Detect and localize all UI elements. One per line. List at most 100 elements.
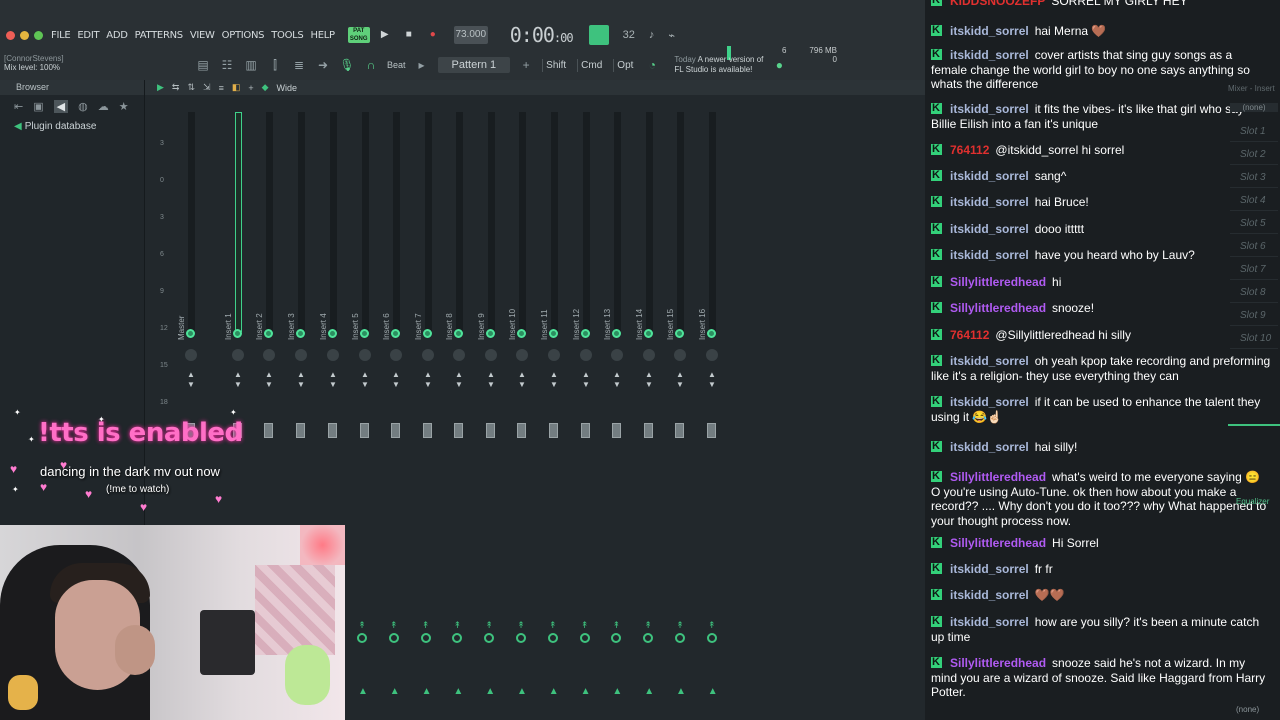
send-switch-icon[interactable] [486,329,495,338]
route-arrows-icon[interactable]: ▲ ▼ [391,370,401,390]
record-icon[interactable]: ● [424,26,442,44]
browser-title[interactable]: Browser [0,80,144,95]
chat-username[interactable]: itskidd_sorrel [950,615,1029,629]
minimize-window-icon[interactable] [20,30,29,40]
mixer-strip[interactable]: Insert 1 ▲ ▼ [224,110,252,440]
pan-knob[interactable] [674,349,686,361]
circle-knob-icon[interactable] [579,633,590,643]
volume-fader[interactable] [454,423,463,438]
playlist-icon[interactable]: ▤ [195,57,211,73]
route-arrows-icon[interactable]: ▲ ▼ [581,370,591,390]
circle-knob-icon[interactable] [388,633,399,643]
menu-tools[interactable]: TOOLS [271,30,304,41]
speaker-icon[interactable]: ◀ [53,99,69,113]
mixer-bottom-control[interactable]: ↟ [575,620,595,680]
globe-icon[interactable]: ◍ [78,100,88,113]
mixer-view-icon-4[interactable]: ≡ [219,83,224,93]
triangle-icon[interactable]: ▲ [581,686,591,697]
volume-fader[interactable] [549,423,558,438]
stop-icon[interactable]: ■ [400,26,418,44]
triangle-icon[interactable]: ▲ [422,686,432,697]
chat-username[interactable]: 764112 [950,143,989,157]
triangle-icon[interactable]: ▲ [517,686,527,697]
arrow-icon[interactable]: ➜ [315,57,331,73]
mixer-strip[interactable]: Insert 15 ▲ ▼ [666,110,694,440]
route-arrows-icon[interactable]: ▲ ▼ [454,370,464,390]
menu-add[interactable]: ADD [106,30,128,41]
pan-knob[interactable] [453,349,465,361]
insert-slot[interactable]: Slot 7 [1230,260,1278,280]
mixer-strip[interactable]: Insert 8 ▲ ▼ [445,110,473,440]
mixer-menu-icon[interactable]: ▶ [157,82,164,93]
metronome-icon[interactable]: ♪ [649,29,655,41]
chat-username[interactable]: itskidd_sorrel [950,24,1029,38]
plugin-picker-icon[interactable]: ≣ [291,57,307,73]
pan-knob[interactable] [422,349,434,361]
route-arrows-icon[interactable]: ▲ ▼ [707,370,717,390]
step-mode-icon[interactable] [588,25,609,45]
pan-knob[interactable] [611,349,623,361]
send-switch-icon[interactable] [423,329,432,338]
close-window-icon[interactable] [6,30,15,40]
mixer-wide-label[interactable]: Wide [277,83,298,93]
mixer-bottom-control[interactable]: ↟ [416,620,436,680]
mixer-view-icon-5[interactable]: ◧ [232,82,241,93]
volume-fader[interactable] [612,423,621,438]
triangle-icon[interactable]: ▲ [358,686,368,697]
route-arrows-icon[interactable]: ▲ ▼ [264,370,274,390]
chat-username[interactable]: itskidd_sorrel [950,562,1029,576]
circle-knob-icon[interactable] [611,633,622,643]
volume-fader[interactable] [360,423,369,438]
chat-username[interactable]: itskidd_sorrel [950,102,1029,116]
menu-file[interactable]: FILE [51,30,71,41]
volume-fader[interactable] [296,423,305,438]
chat-username[interactable]: itskidd_sorrel [950,48,1029,62]
mixer-strip[interactable]: Insert 4 ▲ ▼ [319,110,347,440]
volume-fader[interactable] [391,423,400,438]
tempo-display[interactable]: 73.000 [453,26,488,44]
insert-slot[interactable]: Slot 9 [1230,306,1278,326]
volume-fader[interactable] [644,423,653,438]
wait-input-icon[interactable]: ⌁ [668,29,675,42]
triangle-icon[interactable]: ▲ [612,686,622,697]
chat-username[interactable]: 764112 [950,328,989,342]
triangle-icon[interactable]: ▲ [390,686,400,697]
mixer-bottom-control[interactable]: ↟ [352,620,372,680]
send-switch-icon[interactable] [581,329,590,338]
mixer-strip[interactable]: Insert 6 ▲ ▼ [382,110,410,440]
insert-slot[interactable]: Slot 2 [1230,145,1278,165]
mixer-strip[interactable]: Insert 10 ▲ ▼ [508,110,536,440]
volume-fader[interactable] [517,423,526,438]
play-icon[interactable]: ▶ [376,26,394,44]
insert-slot[interactable]: Slot 3 [1230,168,1278,188]
mixer-arrow-icon[interactable]: ◆ [262,82,269,93]
triangle-icon[interactable]: ▲ [453,686,463,697]
menu-help[interactable]: HELP [310,30,335,41]
online-icon[interactable]: ● [771,57,787,73]
pan-knob[interactable] [706,349,718,361]
folder-icon[interactable]: ▣ [33,100,43,113]
pan-knob[interactable] [485,349,497,361]
output-slot[interactable]: (none) [1236,705,1259,714]
route-arrows-icon[interactable]: ▲ ▼ [486,370,496,390]
send-switch-icon[interactable] [360,329,369,338]
channel-rack-icon[interactable]: ☷ [219,57,235,73]
menu-view[interactable]: VIEW [190,30,215,41]
send-switch-icon[interactable] [328,329,337,338]
chat-username[interactable]: itskidd_sorrel [950,588,1029,602]
send-switch-icon[interactable] [707,329,716,338]
mixer-strip[interactable]: Master ▲ ▼ [177,110,205,440]
mixer-strip[interactable]: Insert 12 ▲ ▼ [572,110,600,440]
add-pattern-icon[interactable]: + [518,57,534,73]
news-panel[interactable]: Today A newer version of FL Studio is av… [674,55,763,75]
mixer-strip[interactable]: Insert 9 ▲ ▼ [477,110,505,440]
triangle-icon[interactable]: ▲ [708,686,718,697]
mixer-view-icon-3[interactable]: ⇲ [203,82,211,93]
triangle-icon[interactable]: ▲ [485,686,495,697]
chat-username[interactable]: Sillylittleredhead [950,656,1046,670]
volume-fader[interactable] [264,423,273,438]
mixer-bottom-control[interactable]: ↟ [638,620,658,680]
pan-knob[interactable] [185,349,197,361]
send-switch-icon[interactable] [233,329,242,338]
bars-counter[interactable]: 32 [623,29,635,41]
